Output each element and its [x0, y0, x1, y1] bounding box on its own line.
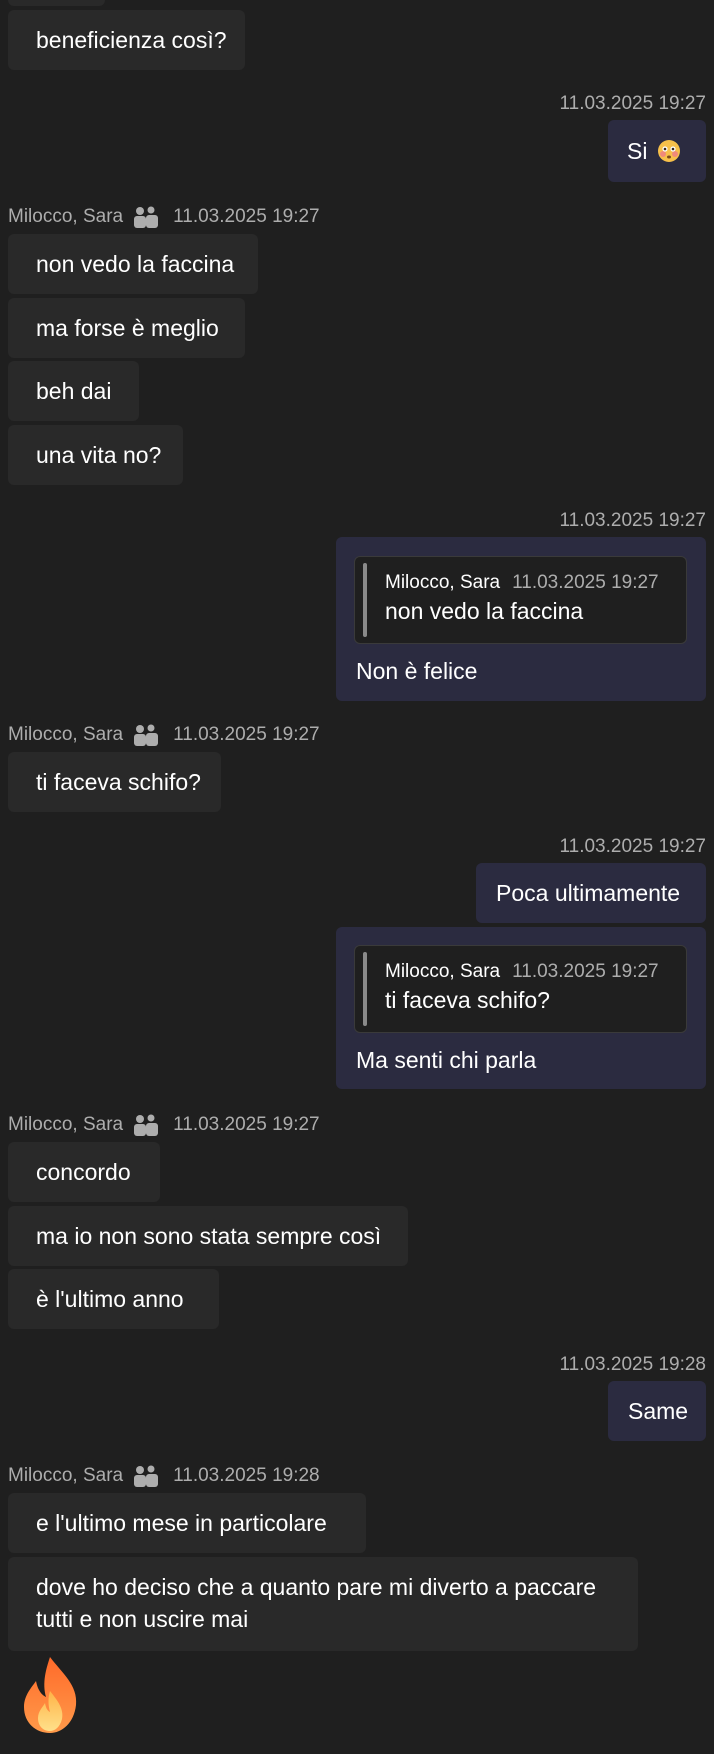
- cut-off-bubble: [8, 0, 105, 6]
- sender-header: Milocco, Sara 11.03.2025 19:28: [8, 1463, 320, 1489]
- message-bubble[interactable]: e l'ultimo mese in particolare: [8, 1493, 366, 1553]
- message-bubble[interactable]: ti faceva schifo?: [8, 752, 221, 812]
- people-icon: [134, 1114, 159, 1136]
- message-text: Non è felice: [356, 658, 478, 684]
- flushed-face-icon: [658, 140, 680, 162]
- message-timestamp: 11.03.2025 19:27: [559, 836, 706, 857]
- quote-sender: Milocco, Sara: [385, 961, 501, 982]
- message-text: Same: [628, 1398, 689, 1424]
- quote-sender: Milocco, Sara: [385, 572, 501, 593]
- quote-time: 11.03.2025 19:27: [512, 961, 659, 982]
- message-timestamp: 11.03.2025 19:27: [559, 93, 706, 114]
- message-text: Poca ultimamente: [496, 880, 681, 906]
- message-text: beh dai: [36, 378, 112, 404]
- message-bubble[interactable]: Si: [608, 120, 706, 182]
- message-text: Ma senti chi parla: [356, 1047, 537, 1073]
- sender-name[interactable]: Milocco, Sara: [8, 206, 123, 228]
- sender-header: Milocco, Sara 11.03.2025 19:27: [8, 1112, 320, 1138]
- sender-time: 11.03.2025 19:27: [173, 724, 320, 745]
- people-icon: [134, 1465, 159, 1487]
- message-text: e l'ultimo mese in particolare: [36, 1510, 327, 1536]
- sender-name[interactable]: Milocco, Sara: [8, 1465, 123, 1487]
- message-text: una vita no?: [36, 442, 162, 468]
- sender-header: Milocco, Sara 11.03.2025 19:27: [8, 722, 320, 748]
- message-bubble[interactable]: non vedo la faccina: [8, 234, 258, 294]
- quote-bar: [363, 563, 367, 637]
- message-bubble[interactable]: ma io non sono stata sempre così: [8, 1206, 408, 1266]
- quoted-message[interactable]: Milocco, Sara 11.03.2025 19:27 ti faceva …: [354, 945, 687, 1033]
- quote-text: ti faceva schifo?: [385, 987, 550, 1013]
- message-bubble[interactable]: Milocco, Sara 11.03.2025 19:27 non vedo l…: [336, 537, 706, 701]
- message-bubble[interactable]: una vita no?: [8, 425, 183, 485]
- message-bubble[interactable]: beh dai: [8, 361, 139, 421]
- message-text: ti faceva schifo?: [36, 769, 201, 795]
- quote-text: non vedo la faccina: [385, 598, 584, 624]
- message-timestamp: 11.03.2025 19:28: [559, 1354, 706, 1375]
- message-text: concordo: [36, 1159, 131, 1185]
- message-text: non vedo la faccina: [36, 251, 235, 277]
- sender-time: 11.03.2025 19:27: [173, 1114, 320, 1135]
- message-bubble[interactable]: Milocco, Sara 11.03.2025 19:27 ti faceva …: [336, 927, 706, 1089]
- message-text: Si: [627, 138, 648, 164]
- people-icon: [134, 206, 159, 228]
- message-bubble[interactable]: Poca ultimamente: [476, 863, 706, 923]
- quote-time: 11.03.2025 19:27: [512, 572, 659, 593]
- fire-icon[interactable]: [18, 1655, 82, 1735]
- message-bubble[interactable]: dove ho deciso che a quanto pare mi dive…: [8, 1557, 638, 1651]
- people-icon: [134, 724, 159, 746]
- sender-name[interactable]: Milocco, Sara: [8, 724, 123, 746]
- sender-name[interactable]: Milocco, Sara: [8, 1114, 123, 1136]
- sender-time: 11.03.2025 19:28: [173, 1465, 320, 1486]
- sender-header: Milocco, Sara 11.03.2025 19:27: [8, 204, 320, 230]
- message-bubble[interactable]: Same: [608, 1381, 706, 1441]
- message-text: dove ho deciso che a quanto pare mi dive…: [36, 1574, 597, 1632]
- quote-bar: [363, 952, 367, 1026]
- message-bubble[interactable]: è l'ultimo anno: [8, 1269, 219, 1329]
- message-timestamp: 11.03.2025 19:27: [559, 510, 706, 531]
- message-text: ma io non sono stata sempre così: [36, 1223, 382, 1249]
- message-text: è l'ultimo anno: [36, 1286, 184, 1312]
- sender-time: 11.03.2025 19:27: [173, 206, 320, 227]
- message-text: ma forse è meglio: [36, 315, 219, 341]
- message-text: beneficienza così?: [36, 27, 227, 53]
- quoted-message[interactable]: Milocco, Sara 11.03.2025 19:27 non vedo l…: [354, 556, 687, 644]
- message-bubble[interactable]: beneficienza così?: [8, 10, 245, 70]
- message-bubble[interactable]: ma forse è meglio: [8, 298, 245, 358]
- message-bubble[interactable]: concordo: [8, 1142, 160, 1202]
